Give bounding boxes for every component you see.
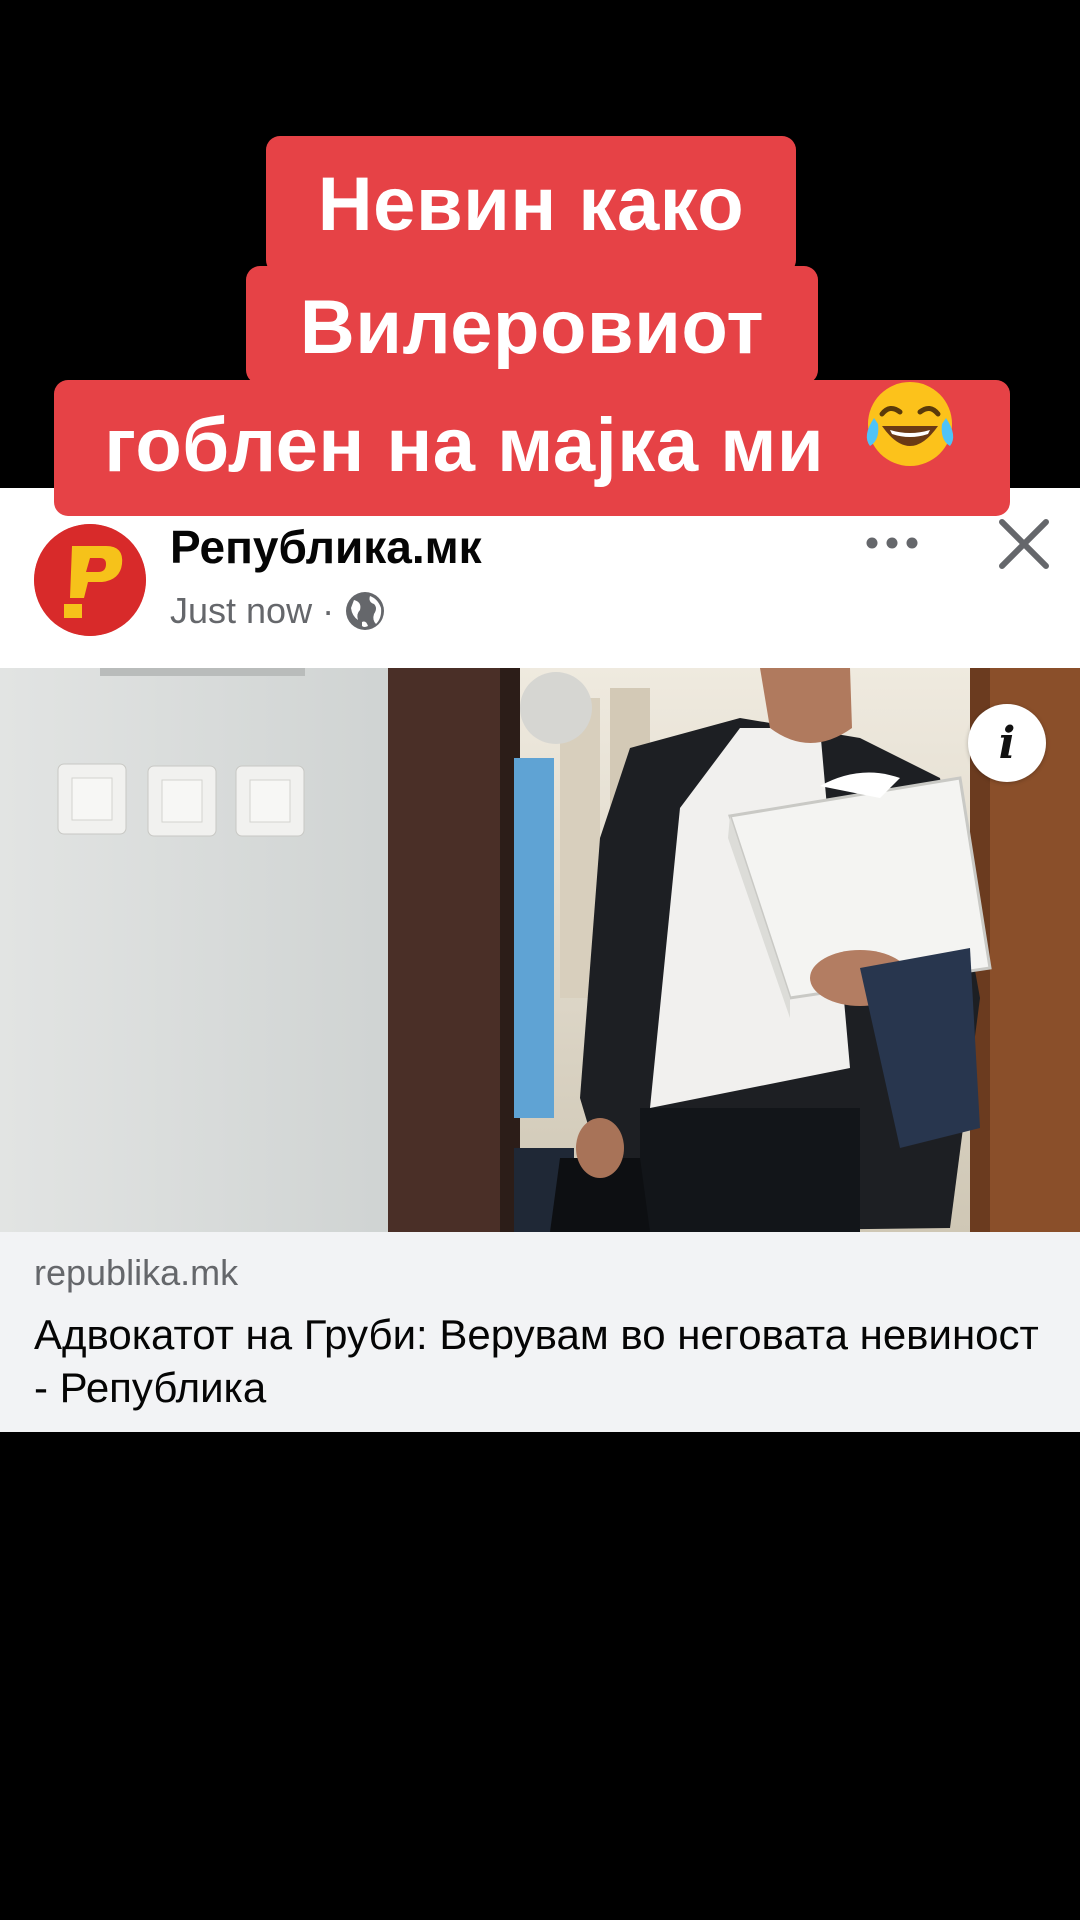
- globe-icon: [344, 590, 386, 632]
- post-image[interactable]: [0, 668, 1080, 1232]
- caption-line-3-text: гоблен на мајка ми: [104, 403, 825, 488]
- link-title[interactable]: Адвокатот на Груби: Верувам во неговата …: [34, 1308, 1044, 1414]
- page-avatar[interactable]: [34, 524, 146, 636]
- info-icon: i: [998, 717, 1016, 769]
- close-icon: [999, 519, 1049, 569]
- close-post-button[interactable]: [996, 516, 1052, 572]
- post-card: Република.мк Just now · republika.mk Адв…: [0, 488, 1080, 1432]
- post-timestamp[interactable]: Just now: [170, 590, 312, 632]
- page-name[interactable]: Република.мк: [170, 520, 482, 574]
- post-meta: Just now ·: [170, 588, 386, 634]
- link-preview[interactable]: republika.mk Адвокатот на Груби: Верувам…: [0, 1232, 1080, 1432]
- laughing-tears-emoji-icon: [860, 374, 960, 515]
- more-options-button[interactable]: [862, 516, 922, 566]
- info-button[interactable]: i: [968, 704, 1046, 782]
- caption-line-2: Вилеровиот: [246, 266, 818, 384]
- meta-separator: ·: [322, 590, 335, 631]
- more-horizontal-icon: [866, 537, 918, 549]
- caption-line-1: Невин како: [266, 136, 796, 274]
- link-domain: republika.mk: [34, 1252, 239, 1293]
- caption-line-3: гоблен на мајка ми: [54, 380, 1010, 516]
- republika-logo-icon: [34, 524, 146, 636]
